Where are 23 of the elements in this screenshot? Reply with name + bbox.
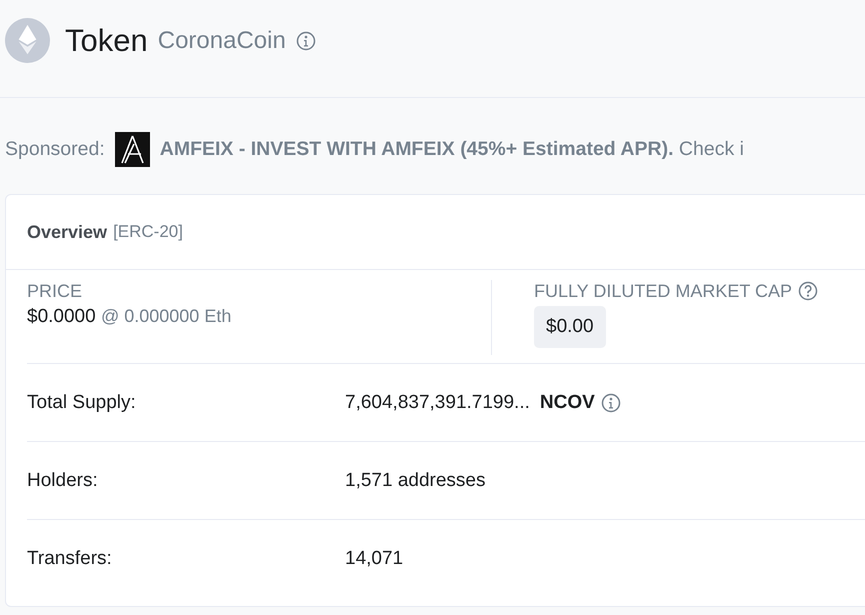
row-label: Holders: [27, 470, 99, 492]
market-cap-value: $0.00 [534, 306, 606, 348]
sponsor-logo-icon [114, 132, 150, 167]
info-icon [296, 30, 316, 50]
row-value: 7,604,837,391.7199... [345, 392, 530, 414]
sponsored-label: Sponsored: [5, 138, 105, 161]
row-value: 14,071 [345, 548, 404, 570]
token-symbol: NCOV [540, 392, 595, 414]
market-cap-label: FULLY DILUTED MARKET CAP [534, 280, 792, 302]
token-name: CoronaCoin [158, 26, 286, 54]
sponsored-link[interactable]: AMFEIX - INVEST WITH AMFEIX (45%+ Estimated APR). Check i [160, 138, 744, 161]
price-value: $0.0000 [27, 306, 96, 327]
token-standard: [ERC-20] [113, 222, 183, 242]
card-title: Overview [27, 222, 108, 242]
row-label: Total Supply: [27, 392, 137, 414]
row-label: Transfers: [27, 548, 113, 570]
eth-price: @ 0.000000 Eth [100, 306, 232, 326]
row-value: 1,571 addresses [345, 470, 486, 492]
info-icon [600, 392, 621, 412]
ethereum-logo-icon [5, 18, 50, 63]
page-title: Token [65, 22, 148, 58]
price-label: PRICE [27, 280, 82, 302]
help-icon [798, 281, 818, 301]
